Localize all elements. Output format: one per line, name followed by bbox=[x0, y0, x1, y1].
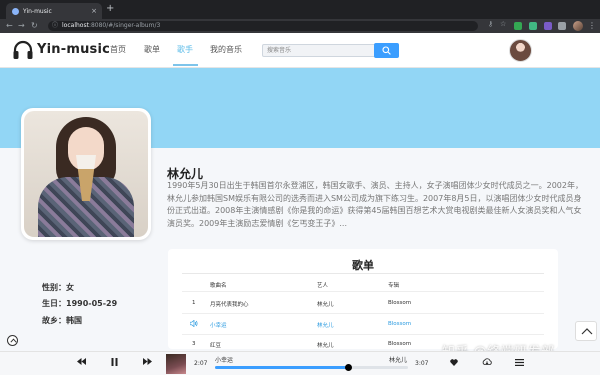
key-icon[interactable]: ⚷ bbox=[488, 20, 496, 28]
search-input[interactable] bbox=[263, 45, 375, 56]
column-header-album: 专辑 bbox=[388, 283, 400, 289]
song-list-panel: 歌单 歌曲名 艺人 专辑 1 月亮代表我的心 林允儿 Blossom 小幸运 林… bbox=[168, 249, 558, 349]
song-name[interactable]: 月亮代表我的心 bbox=[210, 300, 249, 308]
heart-icon[interactable] bbox=[450, 359, 458, 366]
nav-playlists[interactable]: 歌单 bbox=[144, 44, 160, 55]
gender-value: 女 bbox=[66, 283, 74, 292]
url-host: localhost bbox=[62, 22, 89, 29]
chevron-up-icon bbox=[10, 338, 17, 343]
progress-fill bbox=[215, 366, 349, 369]
column-header-song: 歌曲名 bbox=[210, 283, 227, 289]
song-index: 3 bbox=[192, 341, 196, 347]
search-icon bbox=[382, 46, 391, 55]
song-album[interactable]: Blossom bbox=[388, 300, 411, 306]
divider bbox=[182, 313, 544, 314]
reload-icon[interactable]: ↻ bbox=[31, 20, 38, 32]
browser-tab[interactable]: Yin-music × bbox=[6, 3, 102, 19]
headphones-logo-icon bbox=[13, 40, 33, 59]
forward-arrow-icon[interactable]: → bbox=[18, 20, 25, 32]
user-avatar[interactable] bbox=[509, 39, 532, 62]
divider bbox=[182, 291, 544, 292]
gender-label: 性别： bbox=[42, 283, 66, 292]
previous-track-icon[interactable] bbox=[77, 358, 86, 365]
site-header: Yin-music 首页 歌单 歌手 我的音乐 bbox=[0, 33, 600, 68]
divider bbox=[182, 273, 544, 274]
song-artist[interactable]: 林允儿 bbox=[317, 300, 334, 308]
nav-my-music[interactable]: 我的音乐 bbox=[210, 44, 242, 55]
current-time: 2:07 bbox=[194, 360, 208, 367]
song-artist[interactable]: 林允儿 bbox=[317, 341, 334, 349]
player-collapse-button[interactable] bbox=[7, 335, 18, 346]
now-playing-title: 小幸运 bbox=[215, 357, 234, 364]
extension-purple-icon[interactable] bbox=[544, 22, 552, 30]
singer-photo-frame bbox=[21, 108, 151, 240]
hometown-value: 韩国 bbox=[66, 316, 82, 325]
column-header-artist: 艺人 bbox=[317, 283, 329, 289]
profile-avatar[interactable] bbox=[573, 21, 583, 31]
new-tab-button[interactable]: + bbox=[106, 4, 114, 14]
singer-intro: 1990年5月30日出生于韩国首尔永登浦区，韩国女歌手、演员、主持人，女子演唱团… bbox=[167, 181, 583, 228]
nav-singers[interactable]: 歌手 bbox=[177, 44, 193, 55]
pause-icon[interactable] bbox=[111, 358, 118, 366]
hometown-label: 故乡： bbox=[42, 316, 66, 325]
song-name[interactable]: 小幸运 bbox=[210, 321, 227, 329]
birthday-info: 生日：1990-05-29 bbox=[42, 298, 117, 309]
browser-menu-icon[interactable]: ⋮ bbox=[588, 20, 596, 32]
logo-text[interactable]: Yin-music bbox=[37, 42, 110, 57]
birthday-value: 1990-05-29 bbox=[66, 299, 118, 308]
total-time: 3:07 bbox=[415, 360, 429, 367]
download-icon[interactable] bbox=[482, 358, 492, 366]
divider bbox=[182, 334, 544, 335]
nav-active-indicator bbox=[173, 64, 198, 66]
speaker-playing-icon bbox=[190, 320, 198, 327]
next-track-icon[interactable] bbox=[143, 358, 152, 365]
song-album[interactable]: Blossom bbox=[388, 341, 411, 347]
progress-knob[interactable] bbox=[344, 364, 352, 371]
nav-home[interactable]: 首页 bbox=[110, 44, 126, 55]
birthday-label: 生日： bbox=[42, 299, 66, 308]
address-bar: ← → ↻ ⓘ localhost:8080/#/singer-album/3 … bbox=[0, 19, 600, 33]
url-field[interactable]: ⓘ localhost:8080/#/singer-album/3 bbox=[48, 21, 478, 31]
player-bar: 2:07 小幸运 林允儿 3:07 bbox=[0, 351, 600, 375]
now-playing-artist: 林允儿 bbox=[389, 357, 408, 364]
playlist-menu-icon[interactable] bbox=[515, 359, 524, 366]
hometown-info: 故乡：韩国 bbox=[42, 315, 82, 326]
chevron-up-icon bbox=[581, 328, 593, 335]
search-button[interactable] bbox=[374, 43, 399, 58]
album-cover[interactable] bbox=[166, 354, 186, 374]
song-album[interactable]: Blossom bbox=[388, 321, 411, 327]
star-icon[interactable]: ☆ bbox=[500, 20, 508, 28]
browser-tab-bar: Yin-music × + bbox=[0, 0, 600, 19]
back-to-top-button[interactable] bbox=[575, 321, 597, 341]
extension-vue-icon[interactable] bbox=[529, 22, 537, 30]
gender-info: 性别：女 bbox=[42, 282, 74, 293]
extension-puzzle-icon[interactable] bbox=[558, 22, 566, 30]
singer-photo bbox=[24, 111, 148, 237]
info-icon: ⓘ bbox=[52, 22, 59, 29]
extension-shield-icon[interactable] bbox=[514, 22, 522, 30]
song-index: 1 bbox=[192, 300, 196, 306]
favicon-icon bbox=[12, 7, 19, 15]
tab-title: Yin-music bbox=[23, 7, 52, 15]
song-list-title: 歌单 bbox=[352, 259, 374, 272]
back-arrow-icon[interactable]: ← bbox=[6, 20, 13, 32]
progress-bar[interactable] bbox=[215, 364, 408, 371]
song-name[interactable]: 红豆 bbox=[210, 341, 221, 349]
tab-close-icon[interactable]: × bbox=[91, 7, 97, 15]
song-artist[interactable]: 林允儿 bbox=[317, 321, 334, 329]
url-path: :8080/#/singer-album/3 bbox=[88, 22, 161, 29]
